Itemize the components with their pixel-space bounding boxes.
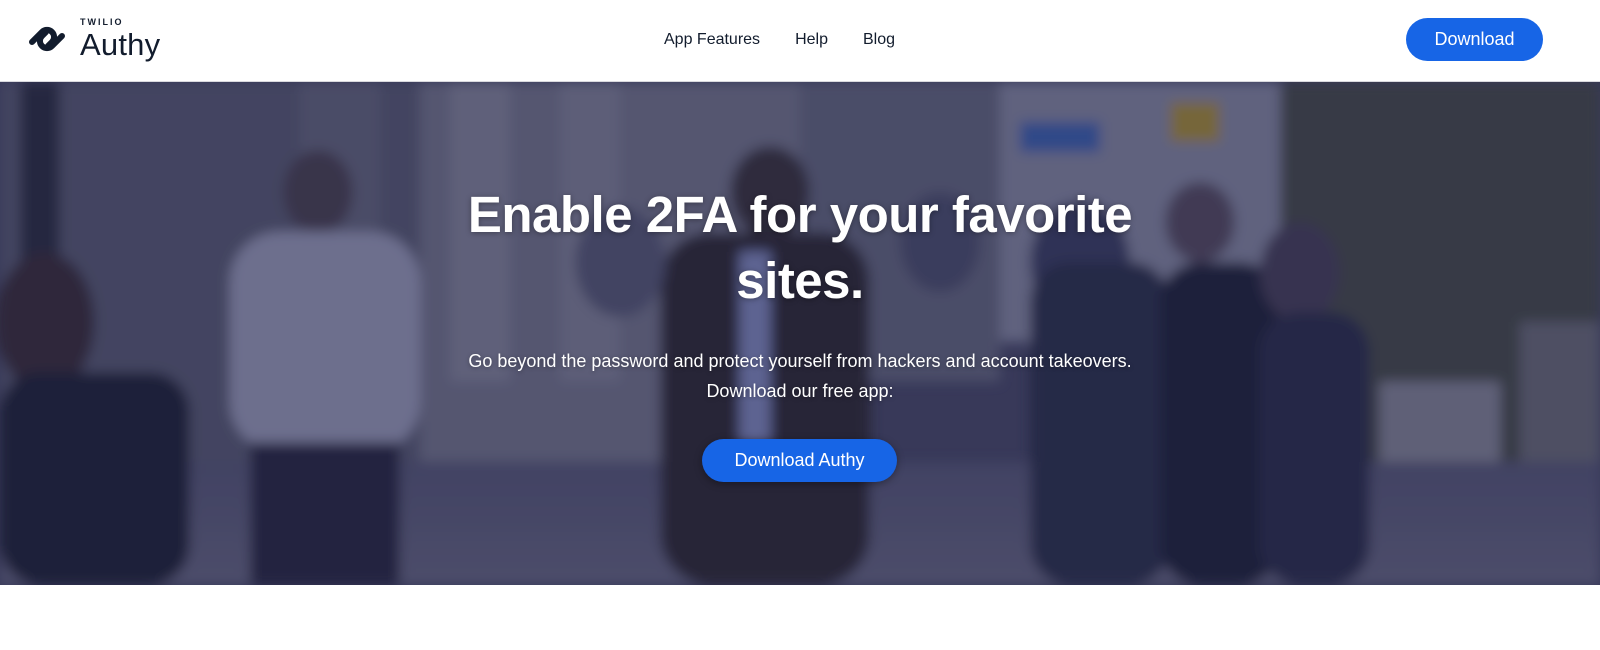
hero-description: Go beyond the password and protect yours… (350, 346, 1250, 406)
site-header: TWILIO Authy App Features Help Blog Down… (0, 0, 1600, 82)
hero-content: Enable 2FA for your favorite sites. Go b… (0, 82, 1600, 585)
nav-link-blog[interactable]: Blog (863, 31, 895, 49)
hero-description-line2: Download our free app: (706, 381, 894, 401)
logo-text: TWILIO Authy (80, 17, 161, 62)
authy-logo[interactable]: TWILIO Authy (24, 16, 160, 62)
hero-title: Enable 2FA for your favorite sites. (467, 186, 1133, 309)
logo-name: Authy (80, 27, 161, 62)
header-download-button[interactable]: Download (1406, 18, 1543, 61)
download-authy-button[interactable]: Download Authy (702, 439, 897, 482)
nav-link-help[interactable]: Help (795, 31, 828, 49)
nav-link-app-features[interactable]: App Features (664, 31, 760, 49)
authy-logo-icon (29, 26, 65, 52)
hero-section: Enable 2FA for your favorite sites. Go b… (0, 82, 1600, 585)
main-nav: App Features Help Blog (664, 0, 895, 80)
logo-subtitle: TWILIO (80, 17, 124, 27)
hero-description-line1: Go beyond the password and protect yours… (468, 351, 1132, 371)
